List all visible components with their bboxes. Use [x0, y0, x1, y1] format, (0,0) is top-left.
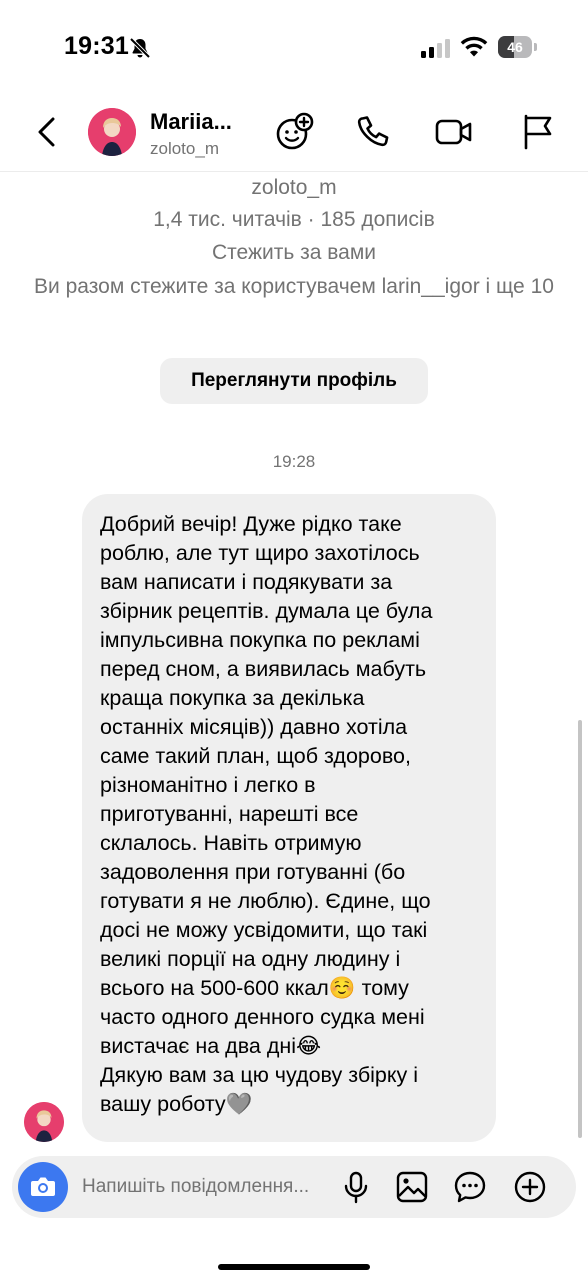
contact-name[interactable]: Mariia... — [150, 109, 232, 135]
battery-indicator: 46 — [498, 36, 538, 58]
plus-circle-icon[interactable] — [512, 1169, 548, 1205]
battery-body: 46 — [498, 36, 532, 58]
camera-icon — [31, 1177, 55, 1196]
avatar[interactable] — [88, 108, 136, 156]
microphone-icon[interactable] — [338, 1169, 374, 1205]
scrollbar[interactable] — [578, 720, 582, 1138]
battery-cap — [534, 43, 537, 51]
bell-slash-icon — [129, 37, 151, 59]
status-time: 19:31 — [64, 32, 129, 60]
flag-icon[interactable] — [516, 110, 560, 154]
camera-button[interactable] — [18, 1162, 68, 1212]
profile-stats: 1,4 тис. читачів · 185 дописів — [153, 208, 435, 231]
mutual-followers: Ви разом стежите за користувачем larin__… — [34, 275, 554, 298]
home-indicator — [218, 1264, 370, 1270]
message-text: Добрий вечір! Дуже рідко таке роблю, але… — [100, 512, 433, 1116]
video-camera-icon[interactable] — [432, 110, 476, 154]
chat-bubble-icon[interactable] — [452, 1169, 488, 1205]
phone-icon[interactable] — [350, 110, 394, 154]
profile-username: zoloto_m — [251, 176, 337, 199]
sender-avatar[interactable] — [24, 1102, 64, 1142]
message-timestamp: 19:28 — [272, 452, 316, 471]
battery-level: 46 — [507, 39, 523, 55]
status-bar: 19:31 46 — [0, 0, 588, 96]
chat-header: Mariia... zoloto_m — [0, 96, 588, 172]
view-profile-button[interactable]: Переглянути профіль — [160, 358, 428, 404]
image-icon[interactable] — [394, 1169, 430, 1205]
wifi-icon — [460, 36, 488, 57]
back-chevron-icon[interactable] — [28, 112, 68, 152]
follows-you-label: Стежить за вами — [211, 241, 377, 264]
message-composer — [12, 1156, 576, 1218]
message-bubble[interactable]: Добрий вечір! Дуже рідко таке роблю, але… — [82, 494, 496, 1142]
message-input[interactable] — [82, 1170, 332, 1204]
contact-username[interactable]: zoloto_m — [150, 139, 219, 159]
signal-icon — [421, 39, 450, 58]
sticker-face-icon[interactable] — [272, 110, 316, 154]
